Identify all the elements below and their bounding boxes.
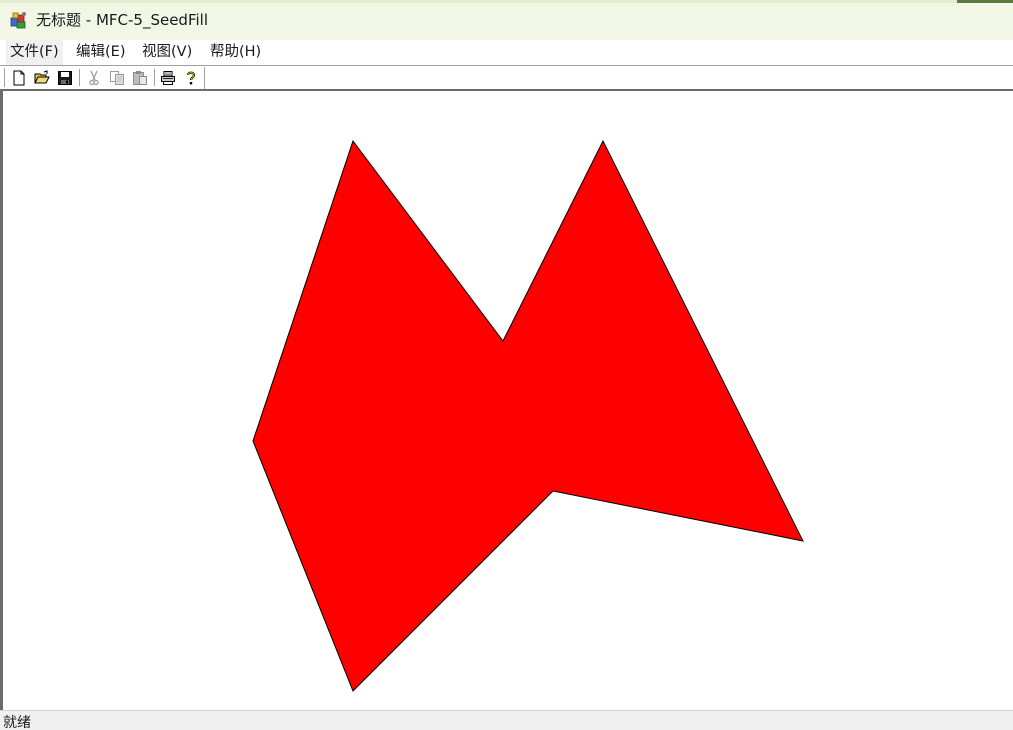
- filled-polygon: [252, 139, 804, 692]
- menu-bar: 文件(F) 编辑(E) 视图(V) 帮助(H): [0, 40, 1013, 65]
- canvas-svg: [252, 139, 804, 692]
- status-bar: 就绪: [0, 710, 1013, 730]
- help-about-icon: [186, 71, 196, 84]
- title-bar-accent: [957, 0, 1013, 3]
- title-bar[interactable]: 无标题 - MFC-5_SeedFill: [0, 0, 1013, 40]
- toolbar-grip[interactable]: [3, 68, 5, 87]
- open-button[interactable]: [32, 68, 52, 87]
- app-window: 无标题 - MFC-5_SeedFill 文件(F) 编辑(E) 视图(V) 帮…: [0, 0, 1013, 730]
- save-button[interactable]: [55, 68, 75, 87]
- title-bar-top-edge: [0, 0, 957, 3]
- copy-icon: [110, 70, 124, 85]
- menu-help[interactable]: 帮助(H): [210, 40, 261, 65]
- cut-scissors-icon: [89, 70, 99, 85]
- new-document-icon: [13, 70, 25, 85]
- toolbar-end-rule: [204, 67, 205, 89]
- paste-button[interactable]: [130, 68, 150, 87]
- new-button[interactable]: [9, 68, 29, 87]
- print-icon: [161, 70, 175, 85]
- status-text: 就绪: [3, 715, 31, 730]
- menu-view[interactable]: 视图(V): [142, 40, 192, 65]
- menu-file[interactable]: 文件(F): [6, 40, 63, 65]
- toolbar-separator: [154, 69, 156, 86]
- paste-icon: [133, 70, 147, 85]
- help-button[interactable]: [181, 68, 201, 87]
- cut-button[interactable]: [84, 68, 104, 87]
- open-folder-icon: [34, 69, 50, 83]
- standard-toolbar: [0, 66, 1013, 89]
- save-disk-icon: [58, 70, 72, 85]
- copy-button[interactable]: [107, 68, 127, 87]
- window-title: 无标题 - MFC-5_SeedFill: [36, 11, 208, 29]
- toolbar-separator: [79, 69, 81, 86]
- print-button[interactable]: [158, 68, 178, 87]
- mfc-app-icon[interactable]: [9, 10, 29, 30]
- menu-edit[interactable]: 编辑(E): [76, 40, 125, 65]
- drawing-canvas[interactable]: [0, 91, 1013, 710]
